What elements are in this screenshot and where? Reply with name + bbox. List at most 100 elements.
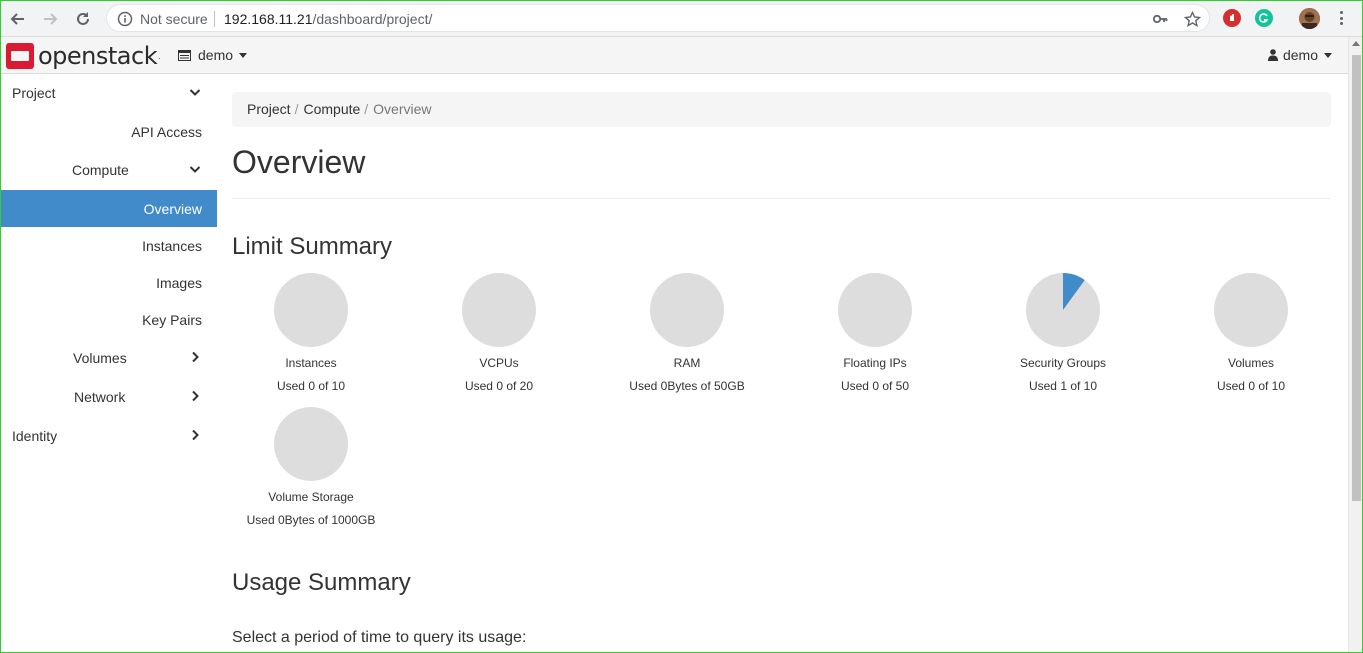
pie-background xyxy=(650,273,724,347)
main-content: Project / Compute / Overview Overview Limit … xyxy=(232,74,1332,653)
sidebar-item-project[interactable]: Project xyxy=(0,74,217,111)
bookmark-star-icon[interactable] xyxy=(1183,10,1201,28)
chevron-right-icon xyxy=(192,390,199,402)
browser-toolbar: Not secure 192.168.11.21/dashboard/proje… xyxy=(0,0,1363,37)
pie-background xyxy=(274,273,348,347)
address-bar[interactable]: Not secure 192.168.11.21/dashboard/proje… xyxy=(106,4,1210,32)
user-icon xyxy=(1267,49,1278,61)
breadcrumb-separator: / xyxy=(364,101,369,117)
url-path: /dashboard/project/ xyxy=(312,11,433,27)
sidebar-item-label: Compute xyxy=(72,162,129,178)
chevron-right-icon xyxy=(192,351,199,363)
user-menu[interactable]: demo xyxy=(1267,47,1332,63)
openstack-logo-icon xyxy=(6,43,34,69)
limit-pie-instances: Instances Used 0 of 10 xyxy=(232,272,390,406)
grammarly-extension-icon[interactable] xyxy=(1255,9,1273,27)
omnibox-divider xyxy=(214,11,215,27)
sidebar-item-label: Project xyxy=(12,85,56,101)
pie-usage: Used 0 of 10 xyxy=(1216,379,1286,393)
top-navbar: openstack. demo demo xyxy=(0,37,1348,74)
sidebar-item-label: Key Pairs xyxy=(142,312,202,328)
caret-down-icon xyxy=(1324,52,1332,58)
sidebar-item-images[interactable]: Images xyxy=(0,264,217,301)
pie-chart xyxy=(650,273,724,347)
pie-title: RAM xyxy=(673,356,701,370)
pie-usage: Used 0 of 50 xyxy=(840,379,910,393)
security-label[interactable]: Not secure xyxy=(140,11,208,27)
sidebar-item-network[interactable]: Network xyxy=(0,378,217,415)
key-icon[interactable] xyxy=(1151,10,1169,28)
sidebar-item-instances[interactable]: Instances xyxy=(0,227,217,264)
pie-background xyxy=(1214,273,1288,347)
forward-button[interactable] xyxy=(37,6,63,32)
url-host: 192.168.11.21 xyxy=(224,11,313,27)
pie-chart xyxy=(462,273,536,347)
page-title: Overview xyxy=(232,144,366,180)
sidebar-item-label: Identity xyxy=(12,428,58,444)
user-menu-label: demo xyxy=(1282,47,1318,63)
sidebar: Project API Access Compute Overview Inst… xyxy=(0,74,217,653)
pie-background xyxy=(838,273,912,347)
adblock-extension-icon[interactable] xyxy=(1223,9,1241,27)
project-list-icon xyxy=(178,49,191,61)
pie-usage: Used 0Bytes of 50GB xyxy=(629,379,745,393)
page-scrollbar[interactable] xyxy=(1348,37,1363,653)
pie-title: VCPUs xyxy=(479,356,519,370)
sidebar-item-label: Network xyxy=(74,389,126,405)
limit-pie-floating-ips: Floating IPs Used 0 of 50 xyxy=(796,272,954,406)
brand-name: openstack xyxy=(38,42,158,70)
sidebar-item-label: Images xyxy=(156,275,202,291)
pie-chart xyxy=(1214,273,1288,347)
sidebar-item-compute[interactable]: Compute xyxy=(0,151,217,188)
query-period-text: Select a period of time to query its usa… xyxy=(232,629,527,646)
pie-title: Volumes xyxy=(1227,356,1275,370)
limit-pie-volume-storage: Volume Storage Used 0Bytes of 1000GB xyxy=(232,406,390,540)
sidebar-item-overview[interactable]: Overview xyxy=(0,190,217,227)
project-selector[interactable]: demo xyxy=(178,47,248,63)
sidebar-item-label: Overview xyxy=(143,201,202,217)
chevron-down-icon xyxy=(189,166,201,173)
profile-avatar[interactable] xyxy=(1299,8,1320,29)
limit-pie-volumes: Volumes Used 0 of 10 xyxy=(1172,272,1330,406)
back-arrow-icon xyxy=(10,13,24,25)
info-icon[interactable] xyxy=(117,11,133,32)
breadcrumb-item-project[interactable]: Project xyxy=(247,101,291,117)
pie-background xyxy=(462,273,536,347)
sidebar-item-key-pairs[interactable]: Key Pairs xyxy=(0,301,217,338)
title-divider xyxy=(232,198,1331,199)
pie-chart xyxy=(1026,273,1100,347)
sidebar-item-label: Instances xyxy=(142,238,202,254)
pie-title: Floating IPs xyxy=(843,356,907,370)
pie-chart xyxy=(274,273,348,347)
limit-pie-ram: RAM Used 0Bytes of 50GB xyxy=(608,272,766,406)
reload-icon xyxy=(77,12,89,25)
brand-mark: . xyxy=(158,51,161,61)
pie-usage: Used 0 of 20 xyxy=(464,379,534,393)
pie-usage: Used 0Bytes of 1000GB xyxy=(246,513,376,527)
browser-menu-icon[interactable] xyxy=(1333,8,1349,28)
usage-summary-heading: Usage Summary xyxy=(232,569,411,596)
url-text[interactable]: 192.168.11.21/dashboard/project/ xyxy=(224,11,432,27)
scrollbar-thumb[interactable] xyxy=(1352,55,1361,501)
breadcrumb-separator: / xyxy=(294,101,299,117)
pie-title: Instances xyxy=(285,356,337,370)
pie-usage: Used 1 of 10 xyxy=(1028,379,1098,393)
project-selector-label: demo xyxy=(198,47,234,63)
sidebar-item-label: Volumes xyxy=(73,350,127,366)
limit-summary-heading: Limit Summary xyxy=(232,233,393,260)
forward-arrow-icon xyxy=(44,13,58,25)
pie-chart xyxy=(838,273,912,347)
openstack-logo[interactable]: openstack. xyxy=(6,42,161,70)
sidebar-item-volumes[interactable]: Volumes xyxy=(0,339,217,376)
sidebar-item-label: API Access xyxy=(131,124,202,140)
pie-background xyxy=(274,407,348,481)
scroll-up-arrow-icon[interactable] xyxy=(1352,41,1360,46)
breadcrumb: Project / Compute / Overview xyxy=(232,92,1331,127)
reload-button[interactable] xyxy=(70,6,96,32)
breadcrumb-item-overview: Overview xyxy=(373,101,432,117)
sidebar-item-api-access[interactable]: API Access xyxy=(0,113,217,150)
back-button[interactable] xyxy=(5,6,31,32)
limit-pie-vcpus: VCPUs Used 0 of 20 xyxy=(420,272,578,406)
sidebar-item-identity[interactable]: Identity xyxy=(0,417,217,454)
breadcrumb-item-compute[interactable]: Compute xyxy=(303,101,360,117)
